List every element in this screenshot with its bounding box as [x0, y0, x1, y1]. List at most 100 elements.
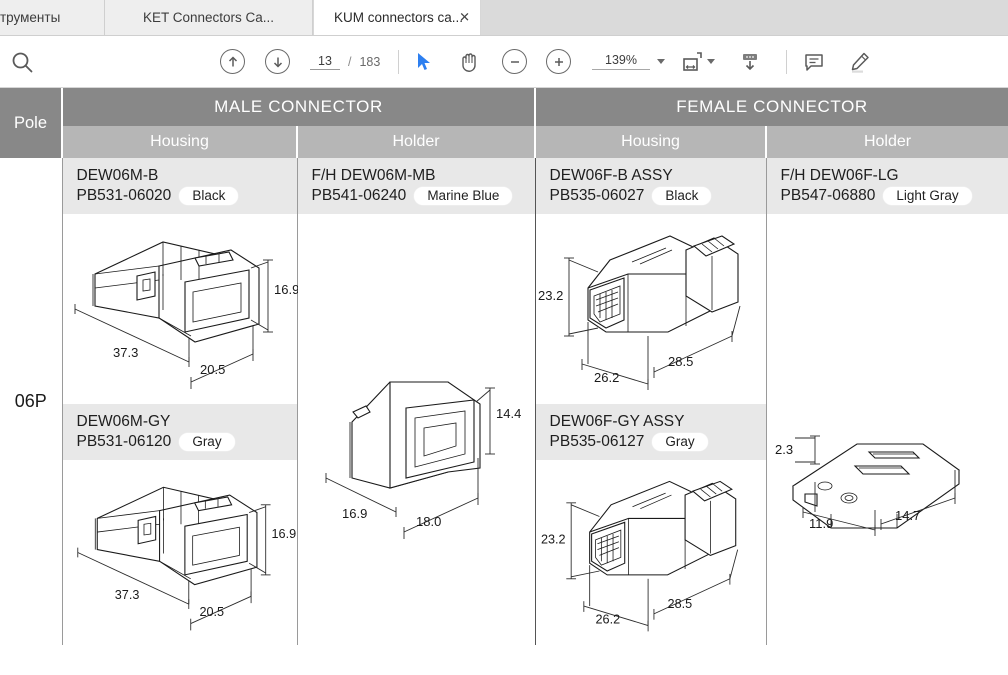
pdf-toolbar: 13 / 183 139%	[0, 36, 1008, 124]
browser-tab-1-label: трументы	[0, 10, 61, 25]
zoom-out-button[interactable]	[502, 49, 527, 74]
zoom-in-button[interactable]	[546, 49, 571, 74]
select-tool-button[interactable]	[414, 51, 434, 73]
male-housing-2-name: DEW06M-GY	[76, 413, 171, 430]
search-button[interactable]	[10, 50, 34, 74]
female-housing-1-color-chip: Black	[652, 186, 712, 205]
search-icon	[10, 50, 34, 74]
male-holder-name: F/H DEW06M-MB	[311, 167, 436, 184]
female-housing-header: Housing	[535, 126, 768, 158]
male-housing-2-dim-length: 37.3	[114, 588, 139, 602]
female-holder-color-chip: Light Gray	[883, 186, 972, 205]
male-holder-dim-length: 16.9	[342, 506, 367, 521]
browser-tab-3-label: KUM connectors ca...	[334, 9, 464, 25]
female-housing-1-drawing-cell: 23.2 26.2 28.5	[535, 214, 767, 404]
female-holder-header: Holder	[766, 126, 1008, 158]
download-button[interactable]	[738, 50, 762, 74]
fit-page-button[interactable]	[680, 50, 715, 74]
download-icon	[738, 50, 762, 74]
tab-strip-empty-area	[481, 0, 1008, 35]
browser-tab-2[interactable]: KET Connectors Ca...	[105, 0, 313, 35]
male-housing-1-name: DEW06M-B	[76, 167, 159, 184]
female-connector-group-header: FEMALE CONNECTOR	[535, 88, 1008, 126]
female-holder-label-cell: F/H DEW06F-LG PB547-06880 Light Gray	[766, 158, 1008, 214]
female-housing-2-dim-height: 23.2	[541, 533, 566, 547]
prev-page-button[interactable]	[220, 49, 245, 74]
female-holder-part-number: PB547-06880	[780, 186, 876, 204]
male-holder-drawing: 14.4 16.9 18.0	[325, 380, 521, 539]
female-housing-2-drawing: 23.2 26.2 28.5	[541, 480, 738, 632]
cursor-select-icon	[414, 51, 434, 73]
male-housing-1-part-number: PB531-06020	[76, 186, 172, 204]
hand-pan-icon	[458, 50, 480, 74]
female-housing-1-dim-length: 26.2	[594, 370, 619, 385]
minus-circle-icon	[502, 49, 527, 74]
male-housing-1-drawing: 16.9 37.3 20.5	[74, 241, 298, 389]
female-housing-2-dim-width: 28.5	[667, 597, 692, 611]
chevron-down-icon	[707, 59, 715, 64]
female-housing-2-drawing-cell: 23.2 26.2 28.5	[535, 460, 767, 645]
female-housing-1-dim-width: 28.5	[668, 354, 693, 369]
browser-tab-3-active[interactable]: KUM connectors ca... ✕	[313, 0, 481, 35]
male-holder-dim-height: 14.4	[496, 406, 521, 421]
page-separator: /	[348, 54, 352, 69]
female-holder-drawing: 2.3 11.9 14.7	[775, 435, 960, 536]
female-holder-name: F/H DEW06F-LG	[780, 167, 899, 184]
pole-header-cell: Pole	[0, 88, 63, 158]
female-housing-2-color-chip: Gray	[652, 432, 708, 451]
table-header-row-main: Pole MALE CONNECTOR FEMALE CONNECTOR	[0, 88, 1008, 158]
male-holder-drawing-cell: 14.4 16.9 18.0	[297, 214, 536, 645]
male-housing-1-color-chip: Black	[179, 186, 239, 205]
male-holder-color-chip: Marine Blue	[414, 186, 513, 205]
highlight-button[interactable]	[846, 50, 872, 74]
page-indicator: 13 / 183	[310, 54, 380, 70]
arrow-up-circle-icon	[220, 49, 245, 74]
male-housing-1-dim-length: 37.3	[113, 345, 138, 360]
toolbar-divider-2	[786, 49, 787, 74]
male-housing-2-label-cell: DEW06M-GY PB531-06120 Gray	[62, 404, 298, 460]
male-housing-2-color-chip: Gray	[179, 432, 235, 451]
pole-value-cell: 06P	[0, 158, 63, 645]
browser-tab-strip: трументы KET Connectors Ca... KUM connec…	[0, 0, 1008, 36]
male-housing-1-dim-height: 16.9	[274, 282, 298, 297]
comment-button[interactable]	[802, 50, 826, 74]
male-holder-part-number: PB541-06240	[311, 186, 407, 204]
male-housing-2-drawing-cell: 16.9 37.3 20.5	[62, 460, 298, 645]
male-housing-2-drawing: 16.9 37.3 20.5	[76, 486, 296, 631]
pdf-page-content: Pole MALE CONNECTOR FEMALE CONNECTOR Hou…	[0, 88, 1008, 675]
highlighter-pen-icon	[846, 50, 872, 74]
next-page-button[interactable]	[265, 49, 290, 74]
male-holder-label-cell: F/H DEW06M-MB PB541-06240 Marine Blue	[297, 158, 536, 214]
female-holder-dim-length: 11.9	[809, 516, 833, 531]
male-housing-2-part-number: PB531-06120	[76, 432, 172, 450]
zoom-level-label: 139%	[592, 53, 650, 70]
female-housing-2-name: DEW06F-GY ASSY	[549, 413, 685, 430]
browser-tab-2-label: KET Connectors Ca...	[142, 10, 275, 25]
zoom-level-selector[interactable]: 139%	[592, 53, 665, 70]
fit-page-icon	[680, 50, 704, 74]
arrow-down-circle-icon	[265, 49, 290, 74]
table-row-drawings-a: 16.9 37.3 20.5 14.4 16.9 18.0 23.2 26.2 …	[0, 214, 1008, 645]
female-housing-1-dim-height: 23.2	[538, 288, 563, 303]
chevron-down-icon	[657, 59, 665, 64]
female-housing-1-label-cell: DEW06F-B ASSY PB535-06027 Black	[535, 158, 767, 214]
pan-tool-button[interactable]	[458, 50, 480, 74]
browser-tab-1[interactable]: трументы	[0, 0, 105, 35]
male-housing-2-dim-width: 20.5	[199, 605, 224, 619]
table-row-labels-a: 06P DEW06M-B PB531-06020 Black F/H DEW06…	[0, 158, 1008, 645]
female-holder-drawing-cell: 2.3 11.9 14.7	[766, 214, 1008, 645]
male-holder-header: Holder	[297, 126, 537, 158]
female-holder-dim-width: 14.7	[895, 508, 920, 523]
male-housing-1-label-cell: DEW06M-B PB531-06020 Black	[62, 158, 298, 214]
female-housing-2-part-number: PB535-06127	[549, 432, 645, 450]
page-number-input[interactable]: 13	[310, 54, 340, 70]
male-connector-group-header: MALE CONNECTOR	[62, 88, 537, 126]
female-housing-1-drawing: 23.2 26.2 28.5	[538, 235, 740, 390]
table-header-row-sub: Housing Holder Housing Holder	[0, 126, 1008, 158]
total-pages-label: 183	[359, 54, 381, 69]
male-housing-2-dim-height: 16.9	[271, 527, 296, 541]
female-housing-1-part-number: PB535-06027	[549, 186, 645, 204]
male-holder-dim-width: 18.0	[416, 514, 441, 529]
female-housing-2-label-cell: DEW06F-GY ASSY PB535-06127 Gray	[535, 404, 767, 460]
close-icon[interactable]: ✕	[459, 11, 470, 24]
